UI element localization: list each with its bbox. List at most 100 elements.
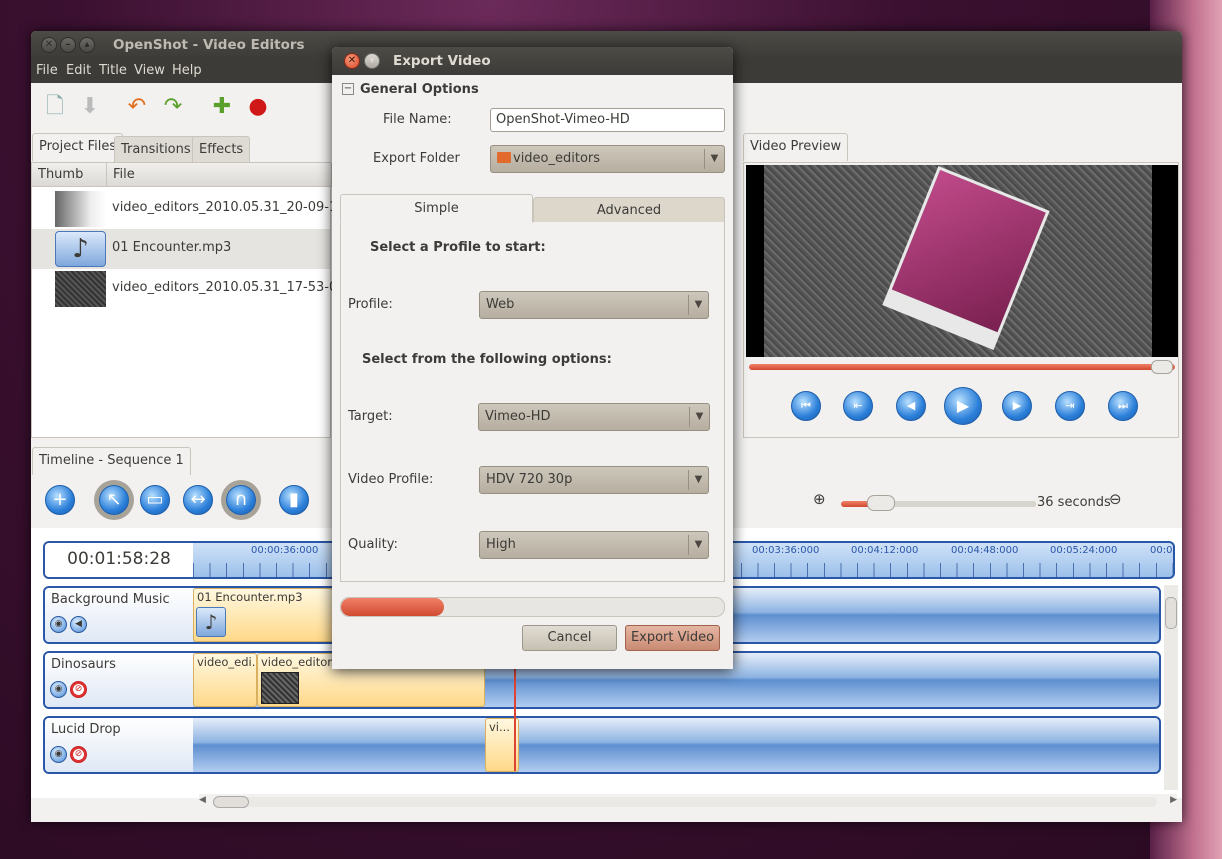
timeline-clip[interactable]: video_edi... (193, 653, 257, 707)
razor-tool-icon[interactable]: ▭ (140, 485, 170, 515)
new-project-icon[interactable]: 🗋 (43, 95, 67, 119)
chevron-down-icon: ▼ (704, 149, 724, 169)
menu-title[interactable]: Title (99, 63, 127, 78)
audio-note-icon: ♪ (196, 607, 226, 637)
jump-end-icon[interactable]: ⏭ (1108, 391, 1138, 421)
project-files-list: Thumb File video_editors_2010.05.31_20-0… (31, 162, 375, 438)
menu-file[interactable]: File (36, 63, 58, 78)
menu-help[interactable]: Help (172, 63, 202, 78)
scroll-right-icon[interactable]: ▶ (1170, 795, 1177, 805)
playhead[interactable] (514, 661, 516, 771)
add-files-icon[interactable]: ✚ (210, 95, 234, 119)
track-name: Dinosaurs (45, 653, 193, 707)
cancel-button[interactable]: Cancel (522, 625, 617, 651)
visible-eye-icon[interactable]: ◉ (50, 746, 67, 763)
audio-note-icon: ♪ (55, 231, 106, 267)
tab-advanced[interactable]: Advanced (533, 197, 725, 222)
timeline-vertical-scrollbar[interactable] (1164, 585, 1178, 790)
export-video-button[interactable]: Export Video (625, 625, 720, 651)
zoom-out-icon[interactable]: ⊖ (1109, 490, 1122, 508)
close-dialog-icon[interactable]: ✕ (344, 53, 360, 69)
add-track-icon[interactable]: + (45, 485, 75, 515)
mute-icon[interactable]: ⊘ (70, 746, 87, 763)
zoom-value: 36 seconds (1037, 495, 1111, 510)
file-row[interactable]: ♪ 01 Encounter.mp3 (32, 229, 330, 269)
redo-icon[interactable]: ↷ (161, 95, 185, 119)
visible-eye-icon[interactable]: ◉ (50, 681, 67, 698)
select-tool-icon[interactable]: ↖ (99, 485, 129, 515)
file-name: 01 Encounter.mp3 (112, 240, 232, 255)
tab-timeline[interactable]: Timeline - Sequence 1 (32, 447, 191, 475)
tab-video-preview[interactable]: Video Preview (743, 133, 849, 161)
track-name: Lucid Drop (45, 718, 193, 772)
chevron-down-icon: ▼ (688, 295, 708, 315)
profile-heading: Select a Profile to start: (370, 240, 546, 255)
column-file[interactable]: File (107, 163, 332, 187)
zoom-slider-handle[interactable] (867, 495, 895, 511)
previous-marker-icon[interactable]: ⇤ (843, 391, 873, 421)
menu-view[interactable]: View (134, 63, 165, 78)
export-progress-bar (340, 597, 725, 617)
export-options-notebook (340, 220, 725, 582)
fast-forward-icon[interactable]: ▶ (1002, 391, 1032, 421)
tab-project-files[interactable]: Project Files (32, 133, 124, 161)
quality-select[interactable]: High ▼ (479, 531, 709, 559)
dialog-titlebar: ✕ ▾ Export Video (332, 47, 733, 75)
resize-tool-icon[interactable]: ↔ (183, 485, 213, 515)
ruler-label: 00:03:36:000 (752, 545, 820, 556)
zoom-in-icon[interactable]: ⊕ (813, 490, 826, 508)
chevron-down-icon: ▼ (689, 407, 709, 427)
visible-eye-icon[interactable]: ◉ (50, 616, 67, 633)
video-preview-pane: ⏮ ⇤ ◀ ▶ ▶ ⇥ ⏭ (743, 162, 1179, 438)
export-video-dialog: ✕ ▾ Export Video − General Options File … (332, 47, 733, 669)
timeline-horizontal-scrollbar[interactable]: ◀ ▶ (199, 794, 1177, 810)
file-row[interactable]: video_editors_2010.05.31_17-53-00.m... (32, 269, 375, 309)
track-name: Background Music (45, 588, 193, 642)
collapse-icon[interactable]: − (342, 83, 354, 95)
dialog-menu-icon[interactable]: ▾ (364, 53, 380, 69)
profile-select[interactable]: Web ▼ (479, 291, 709, 319)
options-heading: Select from the following options: (362, 352, 612, 367)
target-select[interactable]: Vimeo-HD ▼ (478, 403, 710, 431)
undo-icon[interactable]: ↶ (125, 95, 149, 119)
add-marker-icon[interactable]: ▮ (279, 485, 309, 515)
menu-edit[interactable]: Edit (66, 63, 91, 78)
tab-simple[interactable]: Simple (340, 194, 533, 223)
column-thumb[interactable]: Thumb (32, 163, 107, 187)
general-options-heading[interactable]: General Options (360, 82, 479, 97)
timeline-clip[interactable]: 01 Encounter.mp3 ♪ (193, 588, 333, 642)
export-folder-select[interactable]: video_editors ▼ (490, 145, 725, 173)
rewind-icon[interactable]: ◀ (896, 391, 926, 421)
jump-start-icon[interactable]: ⏮ (791, 391, 821, 421)
next-marker-icon[interactable]: ⇥ (1055, 391, 1085, 421)
track-lucid-drop[interactable]: Lucid Drop ◉ ⊘ vi... (43, 716, 1161, 774)
video-profile-select[interactable]: HDV 720 30p ▼ (479, 466, 709, 494)
preview-seek-bar[interactable] (749, 360, 1175, 374)
tab-effects[interactable]: Effects (192, 136, 251, 162)
export-folder-label: Export Folder (373, 151, 460, 166)
scroll-left-icon[interactable]: ◀ (199, 795, 206, 805)
play-icon[interactable]: ▶ (944, 387, 982, 425)
record-icon[interactable]: ● (246, 95, 270, 119)
tab-transitions[interactable]: Transitions (114, 136, 198, 162)
seek-handle[interactable] (1151, 360, 1173, 374)
file-name-label: File Name: (383, 112, 452, 127)
close-window-button[interactable]: ✕ (41, 37, 57, 53)
video-frame (746, 165, 1178, 357)
ruler-label: 00:04:48:000 (951, 545, 1019, 556)
file-name-field[interactable]: OpenShot-Vimeo-HD (490, 108, 725, 132)
video-thumbnail (55, 191, 106, 227)
minimize-window-button[interactable]: – (60, 37, 76, 53)
file-row[interactable]: video_editors_2010.05.31_20-09-12.m... (32, 189, 375, 229)
chevron-down-icon: ▼ (688, 535, 708, 555)
target-label: Target: (348, 409, 393, 424)
video-thumbnail (261, 672, 299, 704)
audio-speaker-icon[interactable]: ◀ (70, 616, 87, 633)
mute-icon[interactable]: ⊘ (70, 681, 87, 698)
folder-icon (497, 152, 511, 163)
maximize-window-button[interactable]: ▴ (79, 37, 95, 53)
video-thumbnail (55, 271, 106, 307)
snap-magnet-icon[interactable]: ∩ (226, 485, 256, 515)
save-project-icon[interactable]: ⬇ (78, 95, 102, 119)
timecode-display: 00:01:58:28 (45, 543, 193, 577)
